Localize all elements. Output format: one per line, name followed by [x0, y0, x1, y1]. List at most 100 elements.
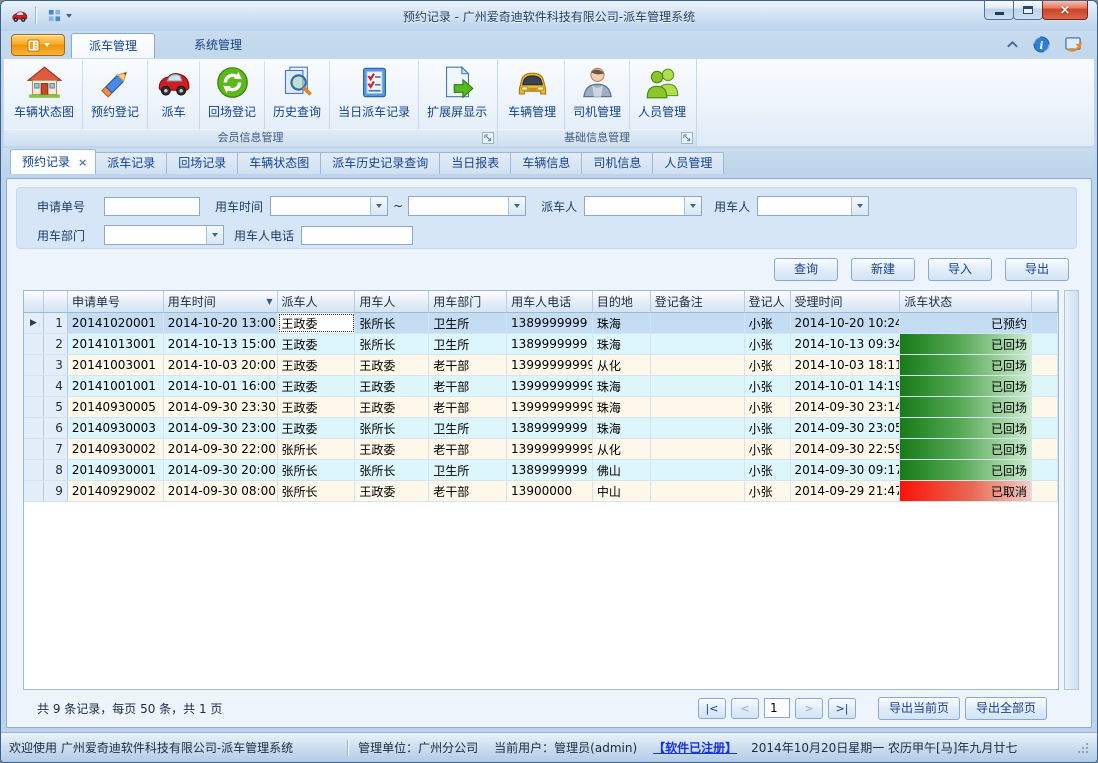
tab-driver-info[interactable]: 司机信息: [581, 152, 653, 174]
cell-dest[interactable]: 珠海: [593, 418, 651, 438]
cell-registrar[interactable]: 小张: [745, 418, 791, 438]
vehicle-management-button[interactable]: 车辆管理: [500, 61, 564, 129]
return-register-button[interactable]: 回场登记: [199, 61, 264, 129]
use-time-from-combo[interactable]: [270, 196, 388, 216]
cell-status[interactable]: 已回场: [900, 397, 1032, 417]
history-query-button[interactable]: 历史查询: [264, 61, 329, 129]
column-header[interactable]: 受理时间: [791, 291, 901, 312]
chevron-down-icon[interactable]: [851, 197, 868, 215]
page-number-input[interactable]: [764, 698, 790, 718]
cell-use_time[interactable]: 2014-10-01 16:00: [164, 376, 278, 396]
cell-num[interactable]: 4: [44, 376, 68, 396]
cell-accept_time[interactable]: 2014-09-30 23:14: [791, 397, 901, 417]
cell-registrar[interactable]: 小张: [745, 334, 791, 354]
cell-remark[interactable]: [651, 313, 745, 333]
cell-use_time[interactable]: 2014-09-30 20:00: [164, 460, 278, 480]
new-button[interactable]: 新建: [851, 258, 915, 281]
ribbon-tab-system[interactable]: 系统管理: [177, 33, 259, 58]
tab-reservation-records[interactable]: 预约记录×: [10, 149, 96, 174]
cell-use_time[interactable]: 2014-10-03 20:00: [164, 355, 278, 375]
minimize-button[interactable]: [984, 1, 1014, 20]
column-header[interactable]: 用车人: [355, 291, 429, 312]
cell-status[interactable]: 已回场: [900, 334, 1032, 354]
cell-num[interactable]: 6: [44, 418, 68, 438]
cell-phone[interactable]: 1389999999: [507, 313, 593, 333]
cell-accept_time[interactable]: 2014-09-29 21:47: [791, 481, 901, 501]
today-dispatch-records-button[interactable]: 当日派车记录: [329, 61, 418, 129]
cell-phone[interactable]: 13999999999: [507, 397, 593, 417]
first-page-button[interactable]: |<: [698, 698, 726, 719]
dialog-launcher-button[interactable]: [681, 132, 693, 144]
export-button[interactable]: 导出: [1005, 258, 1069, 281]
prev-page-button[interactable]: <: [731, 698, 759, 719]
tab-vehicle-info[interactable]: 车辆信息: [510, 152, 582, 174]
cell-remark[interactable]: [651, 439, 745, 459]
cell-registrar[interactable]: 小张: [745, 481, 791, 501]
chevron-down-icon[interactable]: [206, 226, 223, 244]
cell-order_no[interactable]: 20141001001: [68, 376, 164, 396]
cell-num[interactable]: 9: [44, 481, 68, 501]
cell-order_no[interactable]: 20141013001: [68, 334, 164, 354]
cell-dept[interactable]: 卫生所: [429, 313, 507, 333]
cell-dest[interactable]: 珠海: [593, 334, 651, 354]
cell-dest[interactable]: 珠海: [593, 397, 651, 417]
last-page-button[interactable]: >|: [828, 698, 856, 719]
application-menu-button[interactable]: [11, 34, 65, 56]
user-combo[interactable]: [757, 196, 869, 216]
close-button[interactable]: ×: [1042, 1, 1088, 20]
cell-accept_time[interactable]: 2014-10-13 09:34: [791, 334, 901, 354]
cell-remark[interactable]: [651, 376, 745, 396]
cell-dispatcher[interactable]: 王政委: [278, 313, 356, 333]
tab-dispatch-history-query[interactable]: 派车历史记录查询: [320, 152, 440, 174]
cell-remark[interactable]: [651, 397, 745, 417]
cell-dispatcher[interactable]: 王政委: [278, 376, 356, 396]
cell-status[interactable]: 已回场: [900, 376, 1032, 396]
import-button[interactable]: 导入: [928, 258, 992, 281]
cell-dest[interactable]: 珠海: [593, 313, 651, 333]
cell-order_no[interactable]: 20140930005: [68, 397, 164, 417]
chevron-down-icon[interactable]: [508, 197, 525, 215]
maximize-button[interactable]: [1013, 1, 1043, 20]
column-header[interactable]: 登记备注: [651, 291, 745, 312]
cell-order_no[interactable]: 20140930003: [68, 418, 164, 438]
cell-registrar[interactable]: 小张: [745, 397, 791, 417]
cell-user[interactable]: 张所长: [355, 313, 429, 333]
chevron-down-icon[interactable]: [370, 197, 387, 215]
grid-vertical-scrollbar[interactable]: [1064, 290, 1079, 690]
cell-phone[interactable]: 13900000: [507, 481, 593, 501]
cell-dispatcher[interactable]: 王政委: [278, 397, 356, 417]
tab-dispatch-records[interactable]: 派车记录: [95, 152, 167, 174]
cell-status[interactable]: 已预约: [900, 313, 1032, 333]
cell-dispatcher[interactable]: 张所长: [278, 460, 356, 480]
order-no-input[interactable]: [104, 197, 200, 216]
chevron-up-icon[interactable]: [1006, 39, 1019, 50]
column-header[interactable]: 目的地: [593, 291, 651, 312]
export-all-pages-button[interactable]: 导出全部页: [965, 697, 1047, 720]
cell-remark[interactable]: [651, 355, 745, 375]
tab-vehicle-status-map[interactable]: 车辆状态图: [237, 152, 321, 174]
cell-accept_time[interactable]: 2014-10-01 14:19: [791, 376, 901, 396]
screen-arrow-icon[interactable]: [1064, 36, 1083, 53]
cell-user[interactable]: 张所长: [355, 334, 429, 354]
column-header[interactable]: 用车人电话: [507, 291, 593, 312]
quick-access-toolbar[interactable]: [43, 6, 76, 25]
cell-user[interactable]: 王政委: [355, 376, 429, 396]
cell-num[interactable]: 1: [44, 313, 68, 333]
vehicle-status-map-button[interactable]: 车辆状态图: [6, 61, 82, 129]
cell-dept[interactable]: 卫生所: [429, 418, 507, 438]
use-time-to-combo[interactable]: [408, 196, 526, 216]
tab-daily-report[interactable]: 当日报表: [439, 152, 511, 174]
ribbon-tab-dispatch[interactable]: 派车管理: [71, 33, 155, 58]
chevron-down-icon[interactable]: [684, 197, 701, 215]
cell-use_time[interactable]: 2014-10-13 15:00: [164, 334, 278, 354]
cell-dept[interactable]: 老干部: [429, 397, 507, 417]
cell-dest[interactable]: 珠海: [593, 376, 651, 396]
cell-accept_time[interactable]: 2014-10-03 18:11: [791, 355, 901, 375]
cell-num[interactable]: 2: [44, 334, 68, 354]
cell-registrar[interactable]: 小张: [745, 439, 791, 459]
cell-user[interactable]: 王政委: [355, 481, 429, 501]
cell-status[interactable]: 已回场: [900, 439, 1032, 459]
cell-dispatcher[interactable]: 王政委: [278, 355, 356, 375]
cell-dest[interactable]: 佛山: [593, 460, 651, 480]
phone-input[interactable]: [301, 226, 413, 245]
